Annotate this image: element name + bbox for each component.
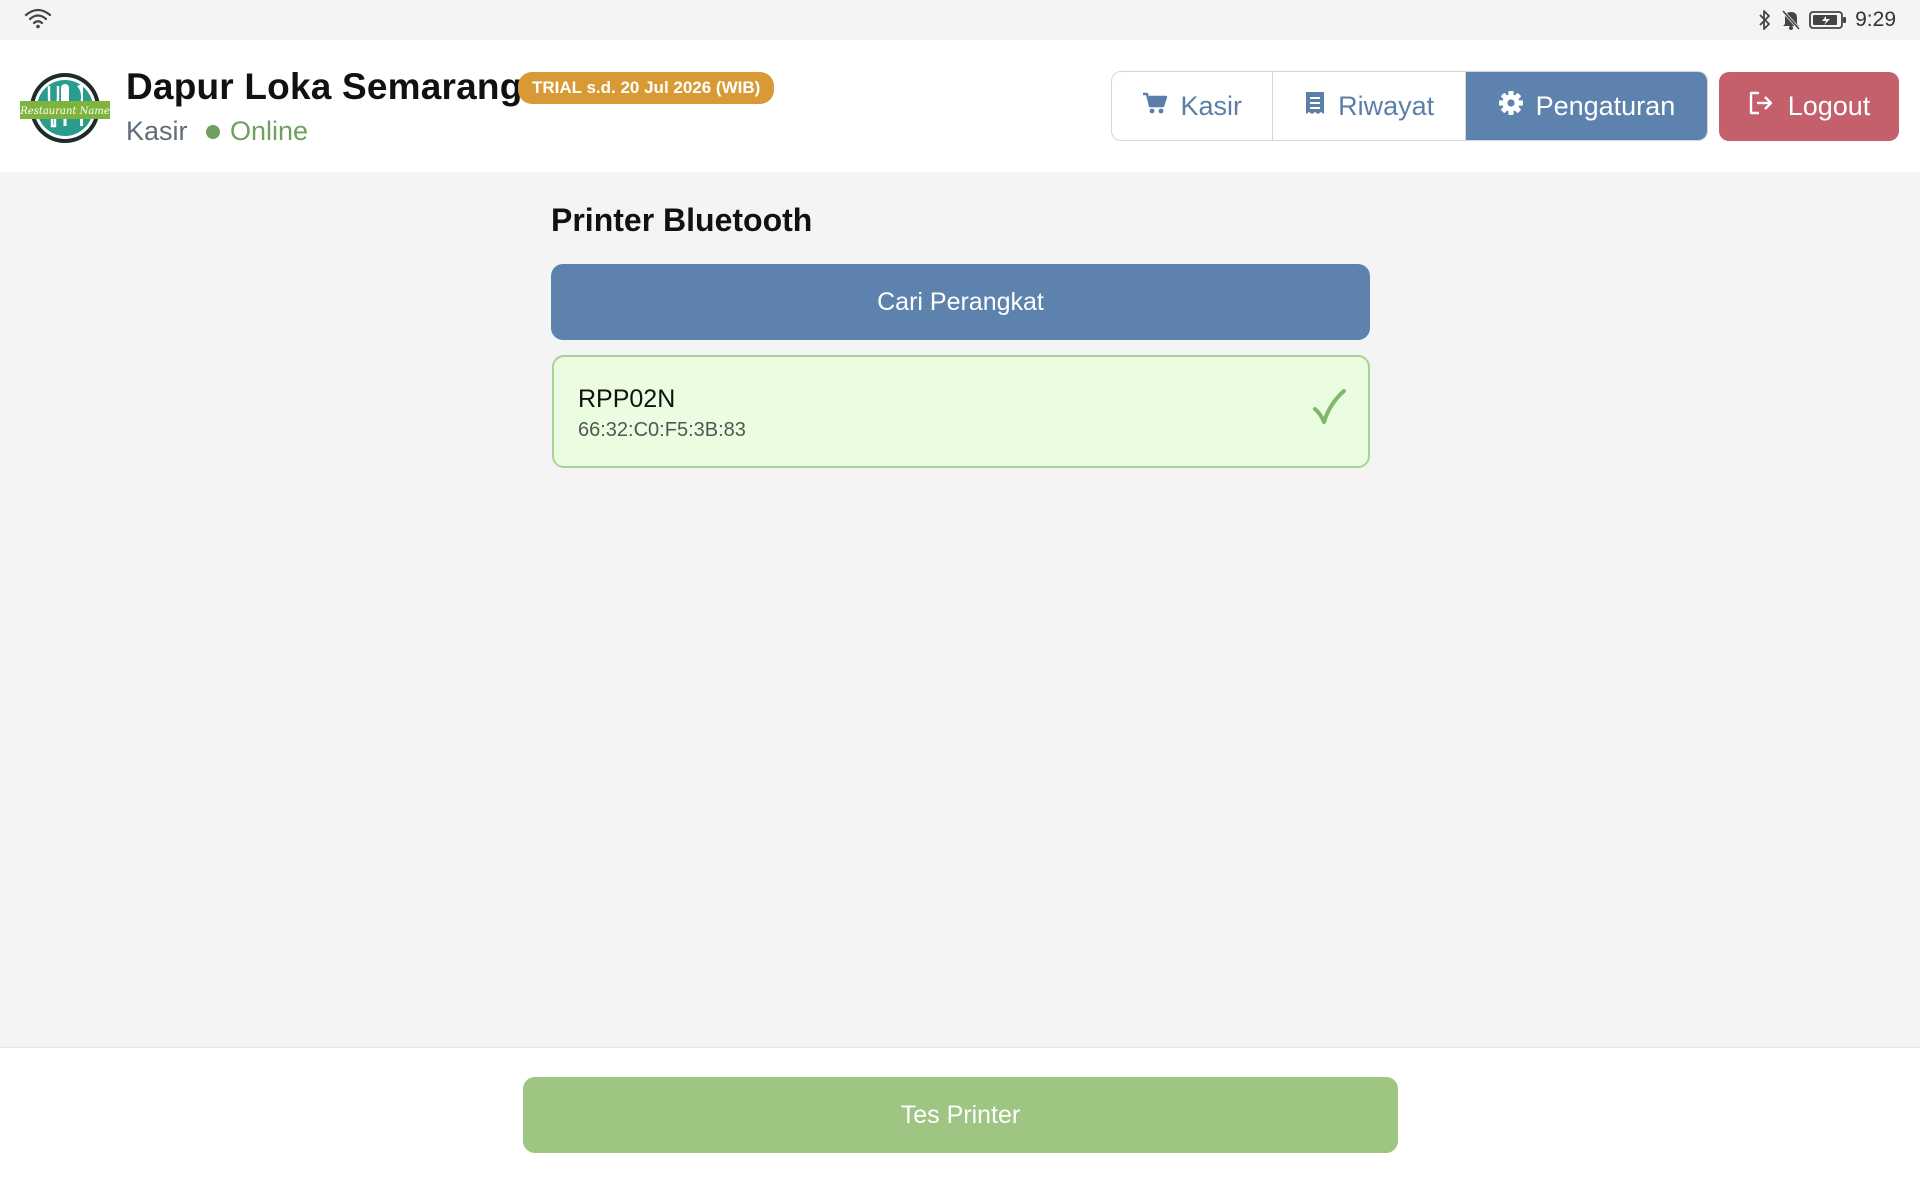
tab-pengaturan-label: Pengaturan xyxy=(1535,90,1676,121)
clock-time: 9:29 xyxy=(1855,8,1896,31)
main-nav: Kasir Riwayat Pengaturan xyxy=(1111,71,1708,141)
test-printer-button[interactable]: Tes Printer xyxy=(523,1077,1398,1153)
tab-riwayat[interactable]: Riwayat xyxy=(1273,72,1466,140)
logout-button[interactable]: Logout xyxy=(1719,72,1899,141)
user-role: Kasir xyxy=(126,116,188,146)
check-icon xyxy=(1312,387,1346,427)
search-devices-button[interactable]: Cari Perangkat xyxy=(551,264,1370,340)
trial-badge: TRIAL s.d. 20 Jul 2026 (WIB) xyxy=(518,72,775,104)
cart-icon xyxy=(1142,91,1168,122)
connection-status: Online xyxy=(206,116,308,147)
app-header: Restaurant Name Dapur Loka Semarang TRIA… xyxy=(0,40,1920,172)
status-icons: 9:29 xyxy=(1757,8,1896,32)
receipt-icon xyxy=(1304,91,1326,122)
section-title: Printer Bluetooth xyxy=(551,202,813,238)
brand-name: Dapur Loka Semarang xyxy=(126,66,523,107)
logout-icon xyxy=(1748,91,1774,122)
tab-kasir[interactable]: Kasir xyxy=(1112,72,1274,140)
connection-status-label: Online xyxy=(230,116,309,146)
device-address: 66:32:C0:F5:3B:83 xyxy=(578,419,746,441)
tab-pengaturan[interactable]: Pengaturan xyxy=(1465,72,1707,140)
logo-text: Restaurant Name xyxy=(20,106,110,117)
bluetooth-icon xyxy=(1757,9,1773,31)
wifi-icon xyxy=(24,7,52,34)
device-item[interactable]: RPP02N 66:32:C0:F5:3B:83 xyxy=(552,355,1370,468)
battery-icon xyxy=(1809,10,1847,30)
footer-bar: Tes Printer xyxy=(0,1047,1920,1200)
tab-kasir-label: Kasir xyxy=(1180,90,1242,121)
restaurant-logo: Restaurant Name xyxy=(19,70,110,146)
bell-muted-icon xyxy=(1781,9,1801,31)
gear-icon xyxy=(1498,90,1524,123)
status-bar: 9:29 xyxy=(0,0,1920,40)
device-name: RPP02N xyxy=(578,385,676,413)
logout-label: Logout xyxy=(1787,91,1871,121)
tab-riwayat-label: Riwayat xyxy=(1338,90,1435,121)
online-dot-icon xyxy=(206,124,220,139)
